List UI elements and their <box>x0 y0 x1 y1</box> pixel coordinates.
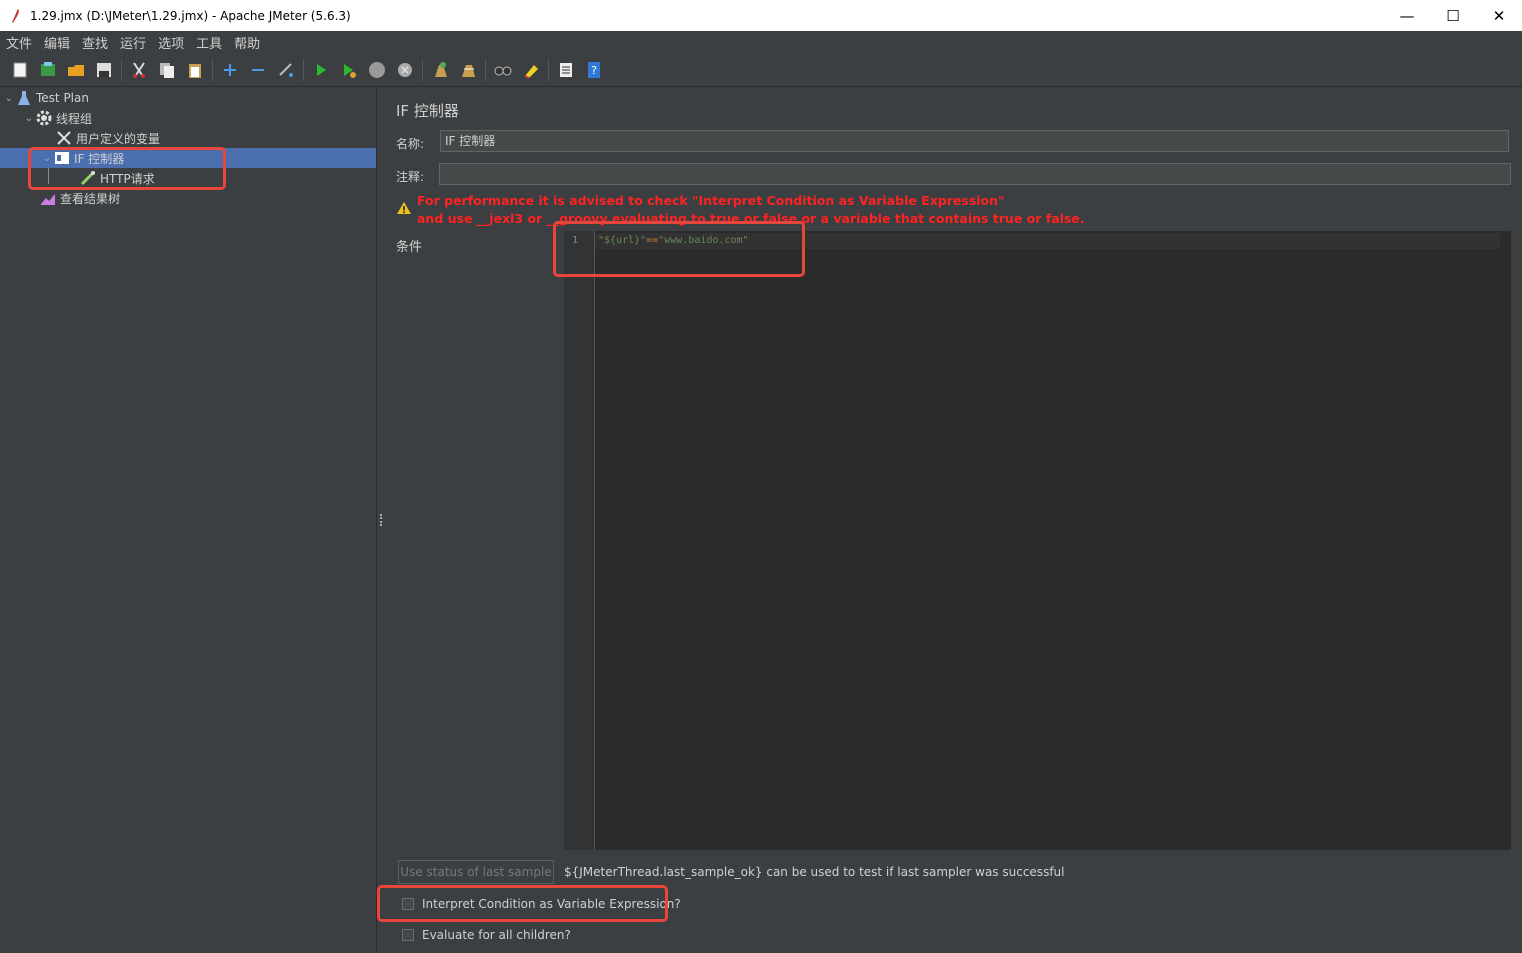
comment-field[interactable] <box>439 163 1511 185</box>
copy-icon[interactable] <box>156 59 178 81</box>
cut-icon[interactable] <box>128 59 150 81</box>
flask-icon <box>16 90 32 106</box>
test-plan-tree: ⌄ Test Plan ⌄ 线程组 用户定义的变量 ⌄ IF 控制器 HTTP请… <box>0 88 377 953</box>
expand-icon[interactable] <box>219 59 241 81</box>
menu-options[interactable]: 选项 <box>152 33 190 52</box>
templates-icon[interactable] <box>37 59 59 81</box>
new-icon[interactable] <box>9 59 31 81</box>
stop-icon[interactable] <box>366 59 388 81</box>
jmeter-feather-icon <box>12 8 19 23</box>
menu-edit[interactable]: 编辑 <box>38 33 76 52</box>
evaluate-all-children-checkbox[interactable]: Evaluate for all children? <box>402 928 571 942</box>
search-icon[interactable] <box>492 59 514 81</box>
tree-label: 查看结果树 <box>60 191 121 206</box>
maximize-button[interactable]: ☐ <box>1430 0 1476 31</box>
reset-search-icon[interactable] <box>520 59 542 81</box>
splitter-grip-icon[interactable] <box>380 514 384 526</box>
menu-help[interactable]: 帮助 <box>228 33 266 52</box>
start-no-pause-icon[interactable] <box>338 59 360 81</box>
tree-label: 用户定义的变量 <box>76 131 161 146</box>
name-field[interactable]: IF 控制器 <box>440 130 1509 152</box>
name-label: 名称: <box>396 137 425 151</box>
comment-label: 注释: <box>396 170 425 184</box>
menu-bar: 文件 编辑 查找 运行 选项 工具 帮助 <box>0 31 1522 53</box>
use-status-button[interactable]: Use status of last sample <box>398 860 554 884</box>
title-bar: 1.29.jmx (D:\JMeter\1.29.jmx) - Apache J… <box>0 0 1522 31</box>
shutdown-icon[interactable] <box>394 59 416 81</box>
condition-editor[interactable]: 1 "${url}"=="www.baido.com" <box>564 231 1511 850</box>
tree-node-result-tree[interactable]: 查看结果树 <box>40 188 120 208</box>
toolbar-separator <box>422 58 423 81</box>
start-icon[interactable] <box>310 59 332 81</box>
tree-node-test-plan[interactable]: ⌄ Test Plan <box>2 88 89 108</box>
toolbar: ? <box>0 53 1522 87</box>
toolbar-separator <box>212 58 213 81</box>
menu-search[interactable]: 查找 <box>76 33 114 52</box>
toolbar-separator <box>303 58 304 81</box>
if-controller-panel: IF 控制器 名称: IF 控制器 注释: For performance it… <box>386 88 1522 953</box>
clear-icon[interactable] <box>429 59 451 81</box>
page-title: IF 控制器 <box>396 102 459 120</box>
toolbar-separator <box>121 58 122 81</box>
tools-icon <box>56 130 72 146</box>
chevron-down-icon[interactable]: ⌄ <box>2 93 16 104</box>
gear-icon <box>36 110 52 126</box>
toolbar-separator <box>548 58 549 81</box>
tree-label: 线程组 <box>56 111 93 126</box>
toolbar-separator <box>485 58 486 81</box>
menu-tools[interactable]: 工具 <box>190 33 228 52</box>
minimize-button[interactable]: — <box>1384 0 1430 31</box>
collapse-icon[interactable] <box>247 59 269 81</box>
function-helper-icon[interactable] <box>555 59 577 81</box>
annotation-box-checkbox <box>377 885 668 922</box>
line-number-gutter: 1 <box>564 231 595 850</box>
checkbox-label: Evaluate for all children? <box>422 928 571 942</box>
paste-icon[interactable] <box>184 59 206 81</box>
toggle-icon[interactable] <box>275 59 297 81</box>
annotation-box-condition <box>553 221 805 277</box>
last-sample-hint: ${JMeterThread.last_sample_ok} can be us… <box>564 865 1065 879</box>
warning-icon <box>397 202 411 214</box>
close-button[interactable]: ✕ <box>1476 0 1522 31</box>
help-icon[interactable]: ? <box>583 59 605 81</box>
menu-file[interactable]: 文件 <box>0 33 38 52</box>
tree-node-user-variables[interactable]: 用户定义的变量 <box>56 128 160 148</box>
warning-line-1: For performance it is advised to check "… <box>417 193 1005 208</box>
condition-label: 条件 <box>396 240 423 255</box>
open-icon[interactable] <box>65 59 87 81</box>
graph-icon <box>40 190 56 206</box>
save-icon[interactable] <box>93 59 115 81</box>
tree-label: Test Plan <box>36 91 89 105</box>
chevron-down-icon[interactable]: ⌄ <box>22 113 36 124</box>
annotation-box-tree <box>28 147 226 190</box>
tree-node-thread-group[interactable]: ⌄ 线程组 <box>22 108 92 128</box>
menu-run[interactable]: 运行 <box>114 33 152 52</box>
svg-text:?: ? <box>591 64 597 77</box>
window-title: 1.29.jmx (D:\JMeter\1.29.jmx) - Apache J… <box>30 8 351 23</box>
checkbox-box[interactable] <box>402 929 414 941</box>
clear-all-icon[interactable] <box>457 59 479 81</box>
